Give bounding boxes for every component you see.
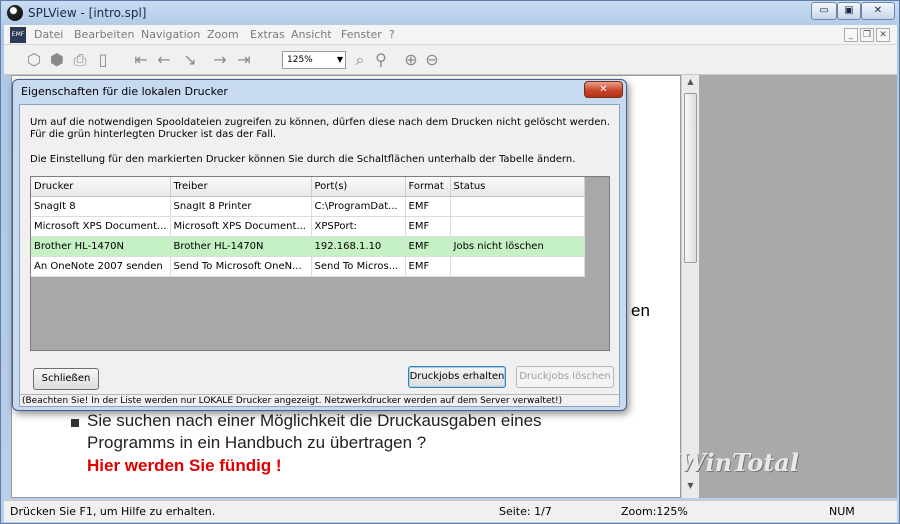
window-title: SPLView - [intro.spl] bbox=[28, 6, 147, 20]
goto-page-icon[interactable]: ↘ bbox=[180, 50, 200, 70]
mdi-restore-button[interactable]: ❐ bbox=[860, 28, 874, 42]
app-icon bbox=[7, 5, 23, 21]
table-cell: Brother HL-1470N bbox=[170, 236, 312, 257]
mdi-close-button[interactable]: ✕ bbox=[876, 28, 890, 42]
dialog-title: Eigenschaften für die lokalen Drucker bbox=[21, 85, 228, 98]
column-header-treiber[interactable]: Treiber bbox=[170, 177, 312, 197]
table-cell: Send To Micros... bbox=[311, 256, 406, 277]
close-button[interactable]: Schließen bbox=[33, 368, 99, 390]
scroll-up-icon[interactable]: ▲ bbox=[684, 77, 697, 91]
menu-bearbeiten[interactable]: Bearbeiten bbox=[74, 28, 134, 41]
menu-extras[interactable]: Extras bbox=[250, 28, 285, 41]
status-help-text: Drücken Sie F1, um Hilfe zu erhalten. bbox=[10, 505, 216, 518]
column-header-status[interactable]: Status bbox=[450, 177, 585, 197]
zoom-100-icon[interactable]: ⚲ bbox=[371, 50, 391, 70]
zoom-select[interactable]: 125% ▼ bbox=[282, 51, 346, 69]
keep-print-jobs-button[interactable]: Druckjobs erhalten bbox=[408, 366, 506, 388]
table-cell: Microsoft XPS Document... bbox=[170, 216, 312, 237]
last-page-icon[interactable]: ⇥ bbox=[234, 50, 254, 70]
menu-bar: EMF Datei Bearbeiten Navigation Zoom Ext… bbox=[4, 25, 897, 45]
print-setup-icon[interactable]: ⎙ bbox=[70, 50, 90, 70]
scroll-down-icon[interactable]: ▼ bbox=[684, 481, 697, 495]
dialog-intro-text: Um auf die notwendigen Spooldateien zugr… bbox=[30, 117, 610, 140]
delete-print-jobs-button: Druckjobs löschen bbox=[516, 366, 614, 388]
table-empty-area bbox=[587, 177, 609, 350]
table-cell: EMF bbox=[405, 236, 451, 257]
table-cell: Jobs nicht löschen bbox=[450, 236, 585, 257]
table-header-row: Drucker Treiber Port(s) Format Status bbox=[31, 177, 585, 197]
zoom-out-icon[interactable]: ⊖ bbox=[422, 50, 442, 70]
menu-zoom[interactable]: Zoom bbox=[207, 28, 239, 41]
close-window-button[interactable]: ✕ bbox=[861, 2, 895, 20]
bullet-icon bbox=[71, 419, 79, 427]
table-cell: EMF bbox=[405, 216, 451, 237]
prev-page-icon[interactable]: ← bbox=[154, 50, 174, 70]
minimize-button[interactable]: ▭ bbox=[811, 2, 837, 20]
status-zoom: Zoom:125% bbox=[621, 505, 688, 518]
vertical-scrollbar[interactable]: ▲ ▼ bbox=[681, 75, 699, 498]
document-text-fragment: en bbox=[631, 301, 650, 320]
table-row[interactable]: SnagIt 8 SnagIt 8 Printer C:\ProgramDat.… bbox=[31, 196, 585, 217]
title-bar[interactable]: SPLView - [intro.spl] ▭ ▣ ✕ bbox=[1, 1, 899, 25]
table-cell: Send To Microsoft OneN... bbox=[170, 256, 312, 277]
table-cell bbox=[450, 196, 585, 217]
table-cell: Brother HL-1470N bbox=[31, 236, 171, 257]
chevron-down-icon: ▼ bbox=[336, 55, 343, 64]
document-line-3: Hier werden Sie fündig ! bbox=[87, 456, 282, 475]
status-num: NUM bbox=[829, 505, 855, 518]
dialog-footer-note: (Beachten Sie! In der Liste werden nur L… bbox=[20, 394, 619, 406]
print-icon[interactable]: ⬢ bbox=[47, 50, 67, 70]
column-header-ports[interactable]: Port(s) bbox=[311, 177, 406, 197]
wintotal-watermark: WinTotal bbox=[679, 448, 799, 477]
workspace-background bbox=[699, 75, 897, 498]
page-icon[interactable]: ▯ bbox=[93, 50, 113, 70]
maximize-button[interactable]: ▣ bbox=[837, 2, 861, 20]
table-cell: An OneNote 2007 senden bbox=[31, 256, 171, 277]
menu-datei[interactable]: Datei bbox=[34, 28, 63, 41]
status-page: Seite: 1/7 bbox=[499, 505, 552, 518]
document-icon[interactable]: EMF bbox=[10, 27, 26, 43]
document-line-2: Programms in ein Handbuch zu übertragen … bbox=[87, 433, 427, 452]
printer-properties-dialog: Eigenschaften für die lokalen Drucker ✕ … bbox=[12, 79, 627, 411]
table-cell bbox=[450, 256, 585, 277]
scroll-thumb[interactable] bbox=[684, 93, 697, 263]
mdi-minimize-button[interactable]: _ bbox=[844, 28, 858, 42]
dialog-close-button[interactable]: ✕ bbox=[584, 81, 623, 98]
status-bar: Drücken Sie F1, um Hilfe zu erhalten. Se… bbox=[4, 500, 897, 522]
zoom-value: 125% bbox=[287, 55, 313, 65]
menu-help[interactable]: ? bbox=[389, 28, 395, 41]
table-row[interactable]: An OneNote 2007 senden Send To Microsoft… bbox=[31, 256, 585, 277]
printer-table: Drucker Treiber Port(s) Format Status Sn… bbox=[30, 176, 610, 351]
next-page-icon[interactable]: → bbox=[210, 50, 230, 70]
column-header-drucker[interactable]: Drucker bbox=[31, 177, 171, 197]
table-cell: 192.168.1.10 bbox=[311, 236, 406, 257]
dialog-body: Um auf die notwendigen Spooldateien zugr… bbox=[19, 104, 620, 407]
table-cell: XPSPort: bbox=[311, 216, 406, 237]
table-cell: C:\ProgramDat... bbox=[311, 196, 406, 217]
toolbar: ⬡ ⬢ ⎙ ▯ ⇤ ← ↘ → ⇥ 125% ▼ ⌕ ⚲ ⊕ ⊖ bbox=[4, 45, 897, 75]
menu-ansicht[interactable]: Ansicht bbox=[291, 28, 332, 41]
menu-navigation[interactable]: Navigation bbox=[141, 28, 200, 41]
dialog-instruction-text: Die Einstellung für den markierten Druck… bbox=[30, 154, 576, 165]
table-row[interactable]: Microsoft XPS Document... Microsoft XPS … bbox=[31, 216, 585, 237]
table-row-selected[interactable]: Brother HL-1470N Brother HL-1470N 192.16… bbox=[31, 236, 585, 257]
zoom-fit-icon[interactable]: ⌕ bbox=[350, 50, 370, 70]
document-line-1: Sie suchen nach einer Möglichkeit die Dr… bbox=[87, 411, 542, 430]
zoom-in-icon[interactable]: ⊕ bbox=[401, 50, 421, 70]
column-header-format[interactable]: Format bbox=[405, 177, 451, 197]
table-cell: SnagIt 8 bbox=[31, 196, 171, 217]
main-window: SPLView - [intro.spl] ▭ ▣ ✕ EMF Datei Be… bbox=[0, 0, 900, 524]
table-cell: SnagIt 8 Printer bbox=[170, 196, 312, 217]
first-page-icon[interactable]: ⇤ bbox=[131, 50, 151, 70]
table-cell: Microsoft XPS Document... bbox=[31, 216, 171, 237]
menu-fenster[interactable]: Fenster bbox=[341, 28, 382, 41]
table-cell: EMF bbox=[405, 196, 451, 217]
open-icon[interactable]: ⬡ bbox=[24, 50, 44, 70]
table-cell: EMF bbox=[405, 256, 451, 277]
table-cell bbox=[450, 216, 585, 237]
